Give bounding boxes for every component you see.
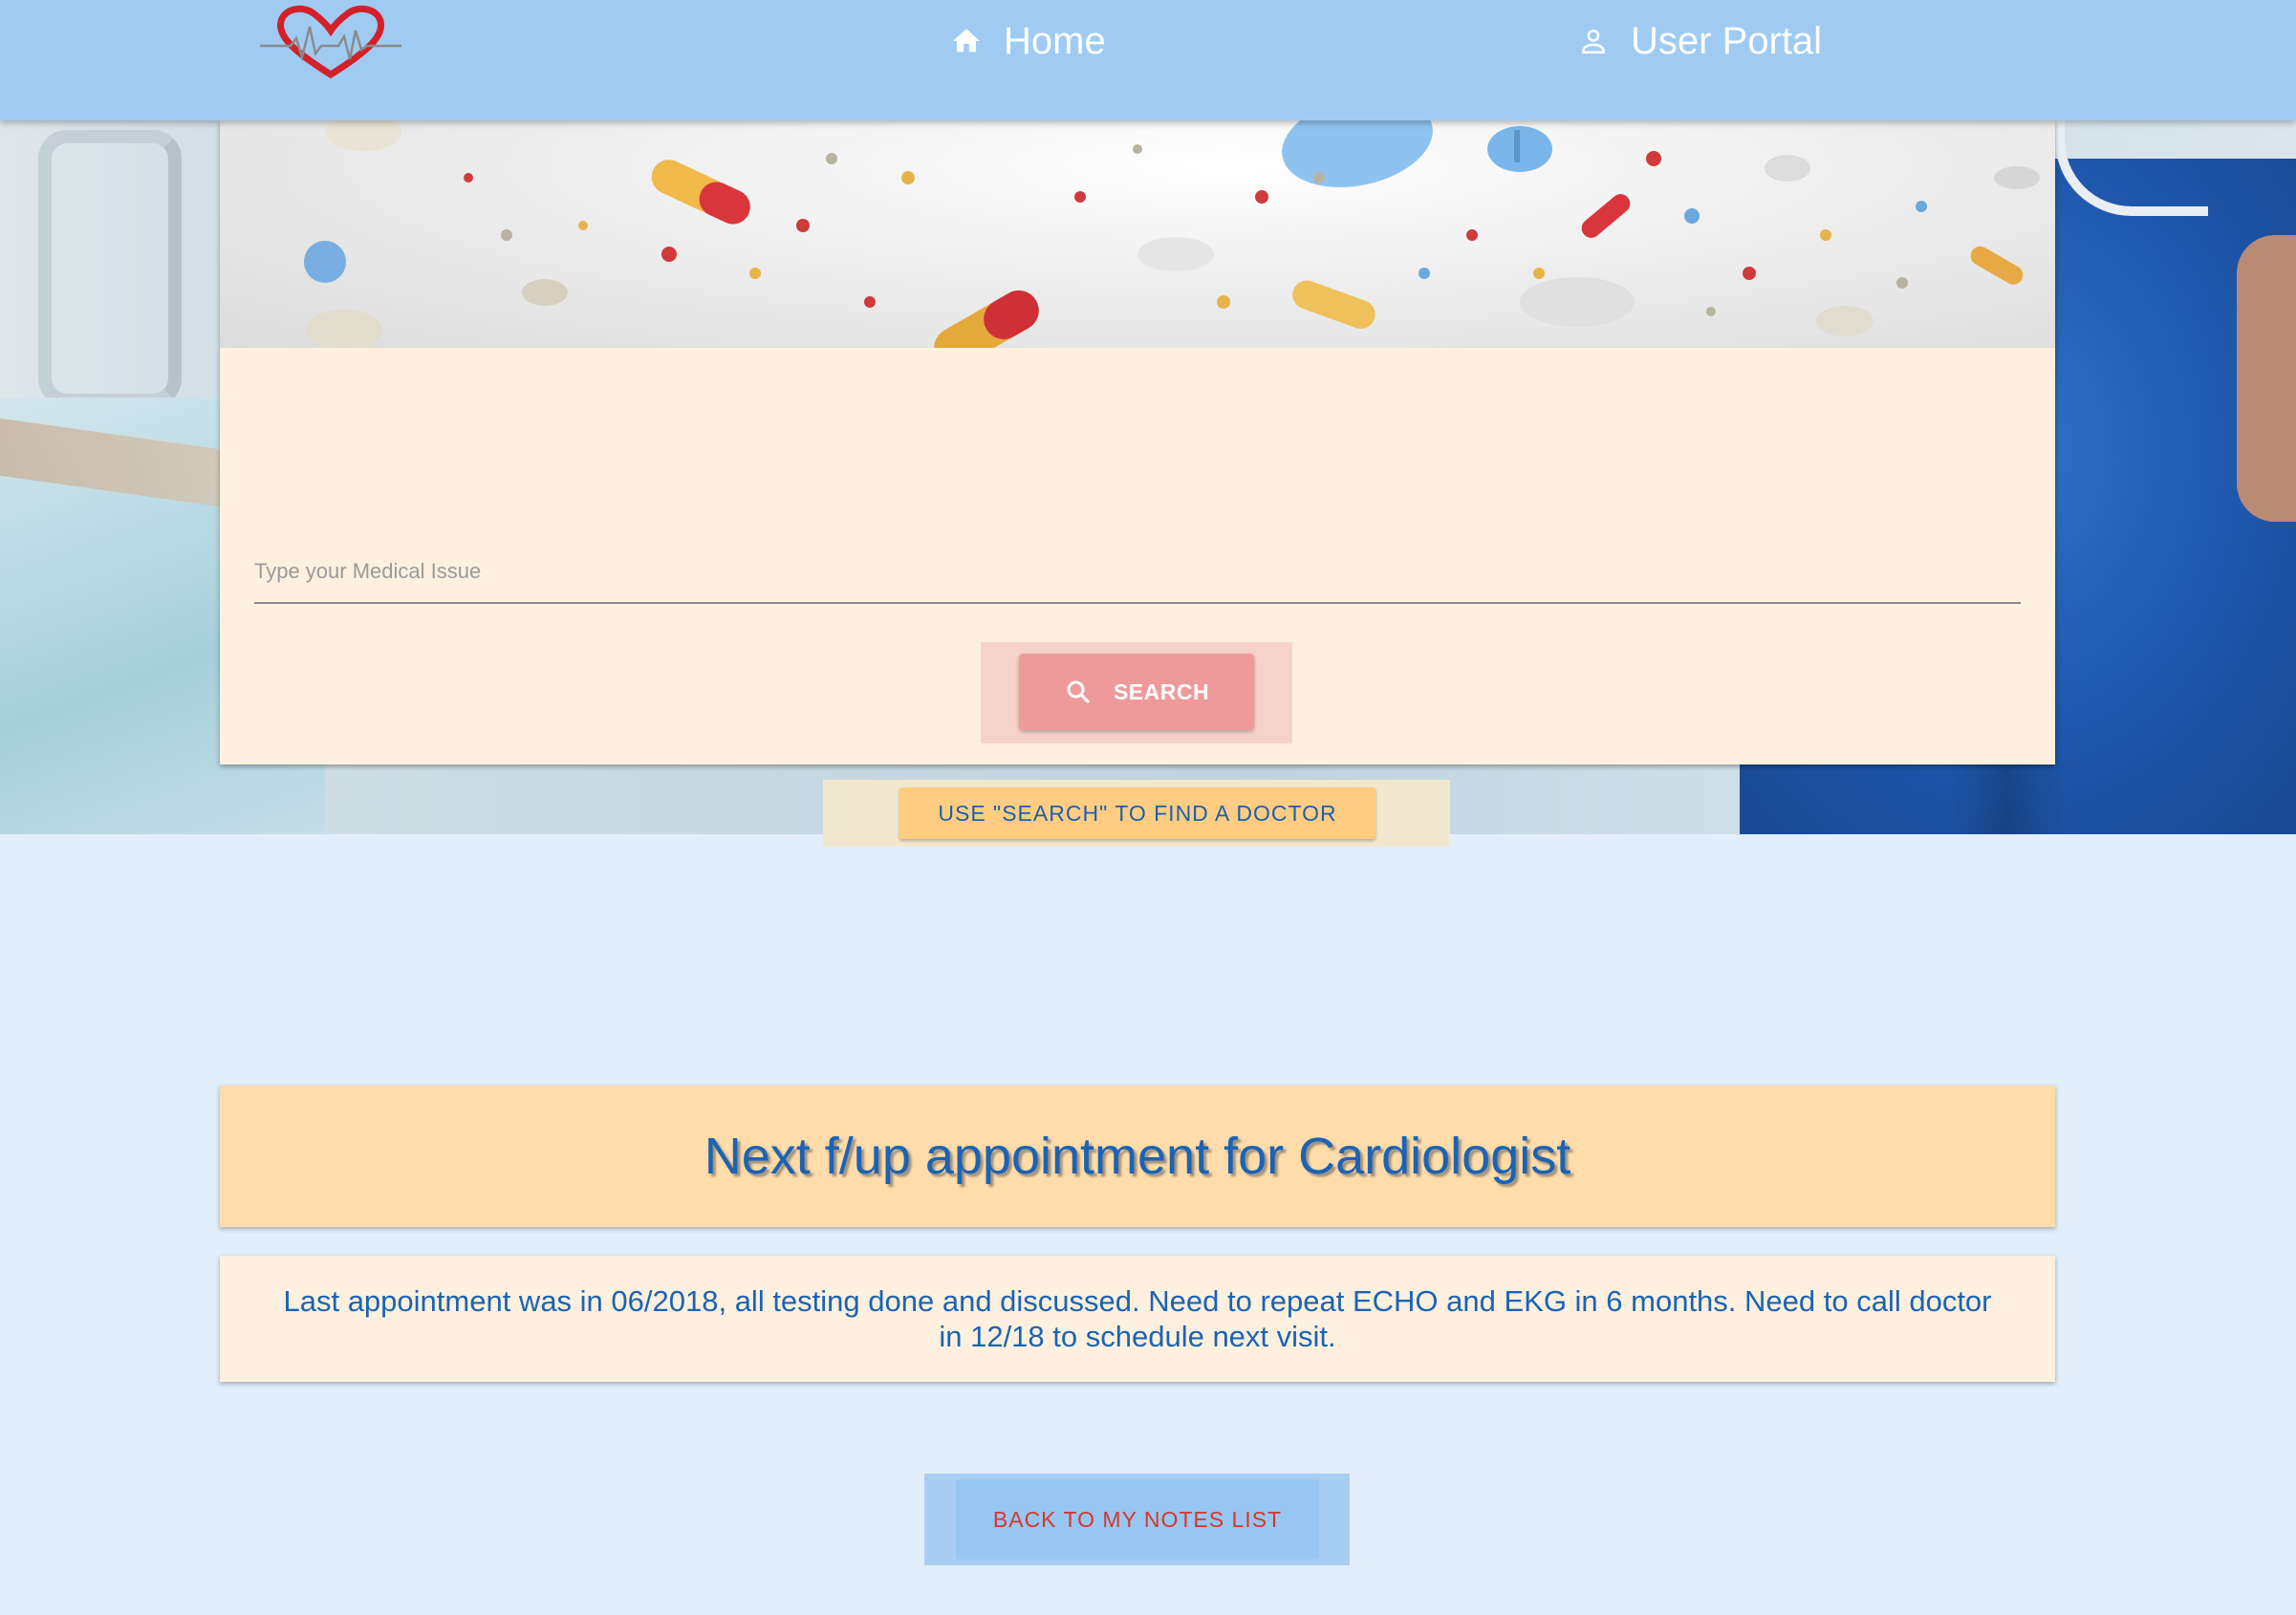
nav-user-portal-link[interactable]: User Portal bbox=[1577, 13, 1822, 69]
search-card: SEARCH bbox=[220, 120, 2055, 764]
pills-banner-image bbox=[220, 120, 2055, 348]
search-button-wrapper: SEARCH bbox=[981, 642, 1292, 743]
medical-issue-input[interactable] bbox=[254, 541, 2021, 602]
back-button-wrapper: BACK TO MY NOTES LIST bbox=[924, 1474, 1350, 1565]
doctor-arm-image bbox=[2237, 235, 2296, 522]
medical-issue-field[interactable] bbox=[254, 541, 2021, 604]
note-body: Last appointment was in 06/2018, all tes… bbox=[283, 1284, 1992, 1353]
nav-home-link[interactable]: Home bbox=[950, 13, 1106, 69]
find-doctor-button[interactable]: USE "SEARCH" TO FIND A DOCTOR bbox=[899, 787, 1375, 839]
nav-home-label: Home bbox=[1004, 19, 1106, 62]
search-icon bbox=[1067, 680, 1090, 703]
home-icon bbox=[952, 29, 981, 53]
note-title: Next f/up appointment for Cardiologist bbox=[704, 1128, 1571, 1185]
heart-logo-icon[interactable] bbox=[256, 4, 405, 80]
bed-rail-image bbox=[38, 130, 182, 407]
search-button-label: SEARCH bbox=[1113, 678, 1210, 704]
search-button[interactable]: SEARCH bbox=[1019, 654, 1254, 730]
user-icon bbox=[1582, 29, 1605, 54]
nav-user-portal-label: User Portal bbox=[1631, 19, 1823, 62]
back-to-notes-button[interactable]: BACK TO MY NOTES LIST bbox=[956, 1479, 1319, 1560]
top-nav: Home User Portal bbox=[0, 0, 2296, 120]
note-title-card: Next f/up appointment for Cardiologist bbox=[220, 1086, 2055, 1227]
note-body-card: Last appointment was in 06/2018, all tes… bbox=[220, 1256, 2055, 1382]
find-doctor-wrapper: USE "SEARCH" TO FIND A DOCTOR bbox=[823, 780, 1450, 847]
